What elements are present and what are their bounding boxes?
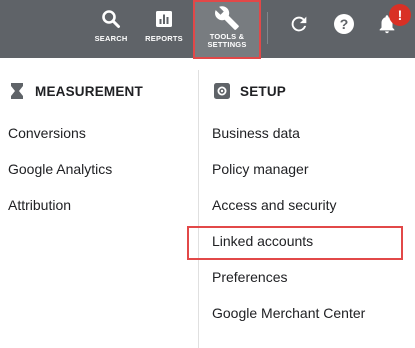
top-app-bar: SEARCH REPORTS TOOLS & SETTINGS ? !: [0, 0, 415, 59]
notification-badge: !: [389, 4, 411, 26]
setup-title: SETUP: [240, 83, 287, 99]
column-divider: [198, 70, 199, 348]
reports-button[interactable]: REPORTS: [144, 0, 184, 58]
tools-label-line2: SETTINGS: [207, 40, 247, 49]
gear-icon: [214, 83, 230, 99]
help-icon: ?: [332, 12, 356, 41]
search-icon: [101, 9, 121, 29]
search-label: SEARCH: [94, 34, 128, 43]
setup-heading: SETUP: [214, 83, 286, 99]
menu-item-conversions[interactable]: Conversions: [8, 124, 86, 142]
measurement-heading: MEASUREMENT: [9, 83, 143, 99]
help-button[interactable]: ?: [332, 12, 356, 41]
menu-item-attribution[interactable]: Attribution: [8, 196, 71, 214]
refresh-icon: [288, 13, 310, 40]
menu-item-business-data[interactable]: Business data: [212, 124, 300, 142]
wrench-icon: [214, 6, 240, 30]
tools-label: TOOLS & SETTINGS: [207, 33, 246, 49]
toolbar-divider: [267, 12, 268, 44]
reports-label: REPORTS: [145, 34, 183, 43]
menu-item-access-and-security[interactable]: Access and security: [212, 196, 337, 214]
hourglass-icon: [9, 83, 25, 99]
menu-item-google-merchant-center[interactable]: Google Merchant Center: [212, 304, 365, 322]
bar-chart-icon: [155, 9, 173, 29]
measurement-title: MEASUREMENT: [35, 83, 143, 99]
menu-item-preferences[interactable]: Preferences: [212, 268, 287, 286]
search-button[interactable]: SEARCH: [92, 0, 130, 58]
menu-item-policy-manager[interactable]: Policy manager: [212, 160, 309, 178]
linked-accounts-highlight: [187, 226, 403, 260]
svg-text:?: ?: [340, 16, 349, 32]
menu-item-google-analytics[interactable]: Google Analytics: [8, 160, 112, 178]
refresh-button[interactable]: [287, 14, 311, 38]
tools-and-settings-button[interactable]: TOOLS & SETTINGS: [193, 0, 261, 59]
